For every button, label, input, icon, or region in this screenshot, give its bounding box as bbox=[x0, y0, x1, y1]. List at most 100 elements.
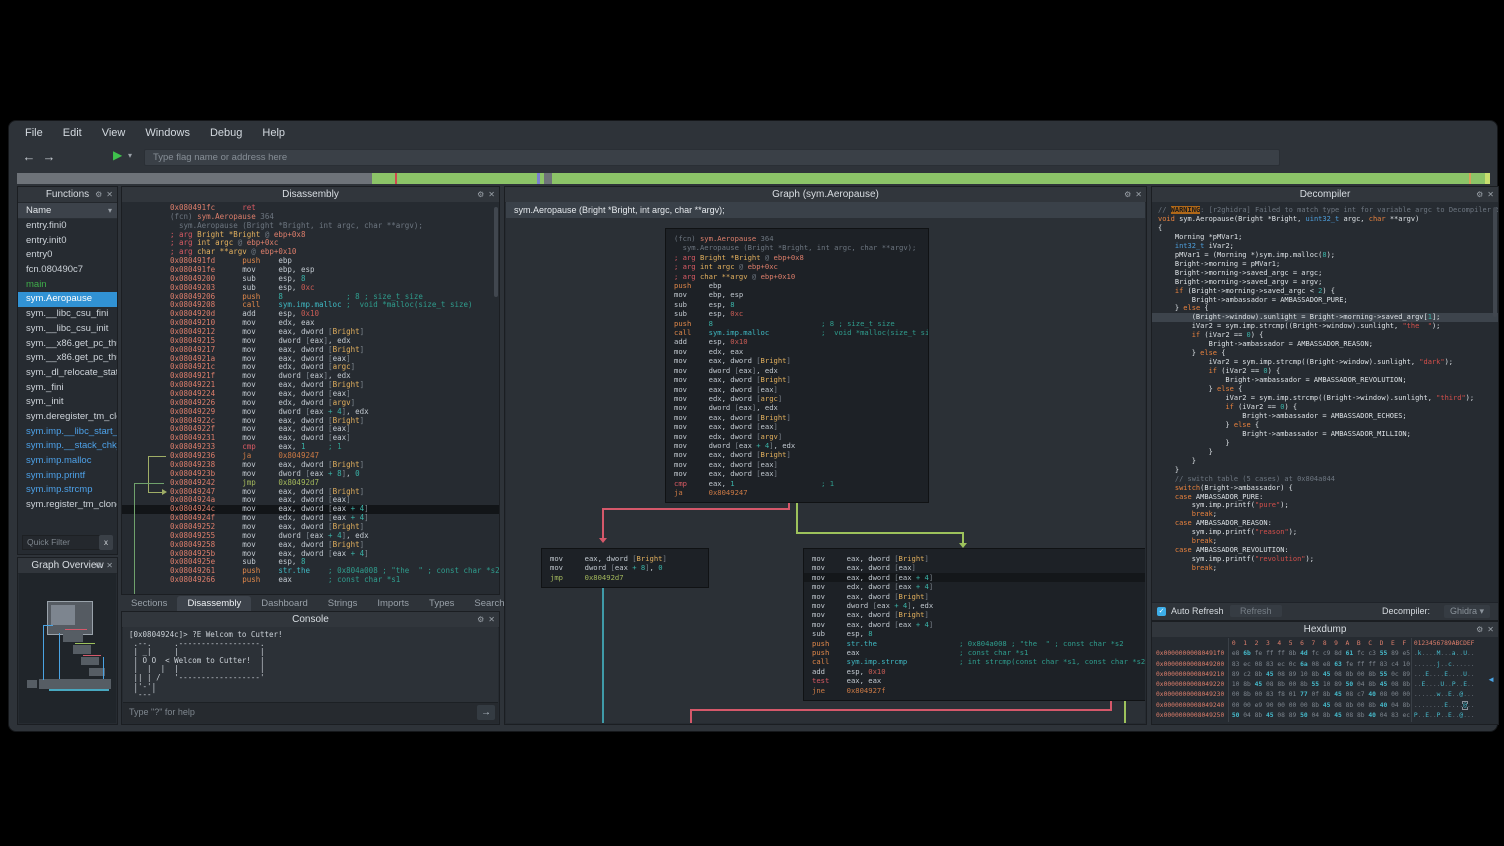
function-list-item[interactable]: sym.__libc_csu_fini bbox=[18, 307, 117, 322]
asm-line[interactable]: 0x08049266 push eax ; const char *s1 bbox=[170, 576, 499, 585]
gear-icon[interactable]: ⚙ bbox=[1476, 190, 1483, 199]
decompiled-line[interactable]: break; bbox=[1158, 537, 1498, 546]
seek-bar[interactable] bbox=[17, 173, 1490, 184]
function-list-item[interactable]: entry0 bbox=[18, 248, 117, 263]
asm-line[interactable]: mov edx, dword [eax + 4] bbox=[812, 582, 1140, 591]
forward-button[interactable]: → bbox=[41, 149, 57, 164]
view-tab[interactable]: Strings bbox=[318, 596, 368, 611]
decompiled-line[interactable]: } else { bbox=[1158, 349, 1498, 358]
asm-line[interactable]: mov eax, dword [eax] bbox=[674, 422, 920, 431]
menu-item[interactable]: Edit bbox=[53, 125, 92, 143]
quick-filter-input[interactable]: Quick Filter bbox=[22, 535, 102, 550]
decompiled-line[interactable]: } bbox=[1158, 448, 1498, 457]
asm-line[interactable]: sub esp, 8 bbox=[812, 629, 1140, 638]
menu-item[interactable]: Help bbox=[252, 125, 295, 143]
decompiled-line[interactable]: Bright->morning = pMVar1; bbox=[1158, 260, 1498, 269]
gear-icon[interactable]: ⚙ bbox=[477, 190, 484, 199]
address-input[interactable]: Type flag name or address here bbox=[144, 149, 1280, 166]
asm-line[interactable]: mov eax, dword [Bright] bbox=[812, 554, 1140, 563]
asm-line[interactable]: mov eax, dword [eax] bbox=[674, 460, 920, 469]
decompiled-line[interactable]: pMVar1 = (Morning *)sym.imp.malloc(8); bbox=[1158, 251, 1498, 260]
asm-line[interactable]: mov dword [eax + 8], 0 bbox=[550, 563, 700, 572]
asm-line[interactable]: push ebp bbox=[674, 281, 920, 290]
function-list-item[interactable]: sym.imp.__libc_start_main bbox=[18, 425, 117, 440]
menu-item[interactable]: Debug bbox=[200, 125, 252, 143]
function-list-item[interactable]: sym.imp.__stack_chk_fail bbox=[18, 439, 117, 454]
asm-line[interactable]: mov eax, dword [eax + 4] bbox=[812, 620, 1140, 629]
gear-icon[interactable]: ⚙ bbox=[95, 190, 102, 199]
graph-node-true-branch[interactable]: mov eax, dword [Bright] mov eax, dword [e… bbox=[803, 548, 1145, 701]
close-icon[interactable]: ✕ bbox=[488, 615, 495, 624]
decompiled-line[interactable]: Bright->ambassador = AMBASSADOR_ECHOES; bbox=[1158, 412, 1498, 421]
asm-line[interactable]: mov dword [eax + 4], edx bbox=[674, 441, 920, 450]
decompiled-line[interactable]: // WARNING: [r2ghidra] Failed to match t… bbox=[1158, 206, 1498, 215]
view-tab[interactable]: Types bbox=[419, 596, 464, 611]
function-list-item[interactable]: main bbox=[18, 278, 117, 293]
close-icon[interactable]: ✕ bbox=[488, 190, 495, 199]
asm-line[interactable]: mov dword [eax], edx bbox=[674, 403, 920, 412]
asm-line[interactable]: sym.Aeropause (Bright *Bright, int argc,… bbox=[674, 243, 920, 252]
asm-line[interactable]: mov ebp, esp bbox=[674, 290, 920, 299]
close-icon[interactable]: ✕ bbox=[1487, 625, 1494, 634]
function-list-item[interactable]: sym._init bbox=[18, 395, 117, 410]
decompiled-line[interactable]: Bright->morning->saved_argc = argc; bbox=[1158, 269, 1498, 278]
decompiled-line[interactable]: Bright->ambassador = AMBASSADOR_PURE; bbox=[1158, 296, 1498, 305]
graph-overview-canvas[interactable] bbox=[19, 573, 116, 723]
asm-line[interactable]: ; arg int argc @ ebp+0xc bbox=[674, 262, 920, 271]
disassembly-view[interactable]: 0x080491fc ret(fcn) sym.Aeropause 364 sy… bbox=[122, 202, 499, 594]
asm-line[interactable]: mov eax, dword [Bright] bbox=[674, 375, 920, 384]
graph-node-entry[interactable]: (fcn) sym.Aeropause 364 sym.Aeropause (B… bbox=[665, 228, 929, 503]
decompiled-line[interactable]: iVar2 = sym.imp.strcmp((Bright->window).… bbox=[1158, 322, 1498, 331]
menu-item[interactable]: File bbox=[15, 125, 53, 143]
decompiled-line[interactable]: } else { bbox=[1158, 304, 1498, 313]
graph-node-false-branch[interactable]: mov eax, dword [Bright]mov dword [eax + … bbox=[541, 548, 709, 588]
asm-line[interactable]: mov eax, dword [Bright] bbox=[674, 413, 920, 422]
gear-icon[interactable]: ⚙ bbox=[477, 615, 484, 624]
decompiled-line[interactable]: } else { bbox=[1158, 421, 1498, 430]
asm-line[interactable]: mov edx, eax bbox=[674, 347, 920, 356]
asm-line[interactable]: mov eax, dword [Bright] bbox=[674, 356, 920, 365]
hexdump-row[interactable]: 0x0000000008049250 50 04 8b 45 08 89 50 … bbox=[1156, 711, 1498, 721]
menu-item[interactable]: Windows bbox=[135, 125, 200, 143]
decompiler-scrollbar[interactable] bbox=[1493, 207, 1497, 317]
decompiled-line[interactable]: Bright->ambassador = AMBASSADOR_REVOLUTI… bbox=[1158, 376, 1498, 385]
decompiled-line[interactable]: case AMBASSADOR_PURE: bbox=[1158, 493, 1498, 502]
hexdump-row[interactable]: 0x0000000008049220 10 8b 45 08 8b 00 8b … bbox=[1156, 680, 1498, 690]
gear-icon[interactable]: ⚙ bbox=[1476, 625, 1483, 634]
asm-line[interactable]: push eax ; const char *s1 bbox=[812, 648, 1140, 657]
decompiled-line[interactable]: (Bright->window).sunlight = Bright->morn… bbox=[1152, 313, 1498, 322]
function-list-item[interactable]: fcn.080490c7 bbox=[18, 263, 117, 278]
asm-line[interactable]: (fcn) sym.Aeropause 364 bbox=[674, 234, 920, 243]
refresh-button[interactable]: Refresh bbox=[1230, 605, 1282, 617]
chevron-down-icon[interactable]: ▾ bbox=[128, 151, 132, 160]
decompiled-line[interactable]: } bbox=[1158, 466, 1498, 475]
asm-line[interactable]: mov eax, dword [eax + 4] bbox=[804, 573, 1145, 582]
decompiler-engine-select[interactable]: Ghidra ▾ bbox=[1444, 605, 1490, 618]
menu-item[interactable]: View bbox=[92, 125, 136, 143]
view-tab[interactable]: Dashboard bbox=[251, 596, 317, 611]
asm-line[interactable]: add esp, 0x10 bbox=[812, 667, 1140, 676]
asm-line[interactable]: call sym.imp.malloc ; void *malloc(size_… bbox=[674, 328, 920, 337]
function-list-item[interactable]: sym.imp.malloc bbox=[18, 454, 117, 469]
hexdump-view[interactable]: 0 1 2 3 4 5 6 7 8 9 A B C D E F 01234567… bbox=[1152, 637, 1498, 724]
function-list-item[interactable]: sym.__libc_csu_init bbox=[18, 322, 117, 337]
functions-sort-header[interactable]: Name▾ bbox=[18, 203, 117, 219]
asm-line[interactable]: test eax, eax bbox=[812, 676, 1140, 685]
decompiled-line[interactable]: iVar2 = sym.imp.strcmp((Bright->window).… bbox=[1158, 358, 1498, 367]
decompiled-line[interactable]: // switch table (5 cases) at 0x804a044 bbox=[1158, 475, 1498, 484]
decompiled-line[interactable]: sym.imp.printf("revolution"); bbox=[1158, 555, 1498, 564]
close-icon[interactable]: ✕ bbox=[106, 561, 113, 570]
hexdump-row[interactable]: 0x0000000008049240 00 00 e9 90 00 00 00 … bbox=[1156, 701, 1498, 711]
asm-line[interactable]: push str.the ; 0x804a008 ; "the " ; cons… bbox=[812, 639, 1140, 648]
asm-line[interactable]: ja 0x8049247 bbox=[674, 488, 920, 497]
clear-filter-button[interactable]: x bbox=[99, 535, 113, 550]
decompiled-line[interactable]: Bright->ambassador = AMBASSADOR_REASON; bbox=[1158, 340, 1498, 349]
asm-line[interactable]: call sym.imp.strcmp ; int strcmp(const c… bbox=[812, 657, 1140, 666]
decompiled-line[interactable]: if (iVar2 == 0) { bbox=[1158, 331, 1498, 340]
auto-refresh-checkbox[interactable]: ✓ bbox=[1157, 607, 1166, 616]
asm-line[interactable]: ; arg char **argv @ ebp+0x10 bbox=[674, 272, 920, 281]
decompiled-line[interactable]: } bbox=[1158, 457, 1498, 466]
function-list-item[interactable]: sym._dl_relocate_static_pie bbox=[18, 366, 117, 381]
decompiled-line[interactable]: Morning *pMVar1; bbox=[1158, 233, 1498, 242]
hexdump-row[interactable]: 0x00000000080491f0 e8 6b fe ff ff 8b 4d … bbox=[1156, 649, 1498, 659]
